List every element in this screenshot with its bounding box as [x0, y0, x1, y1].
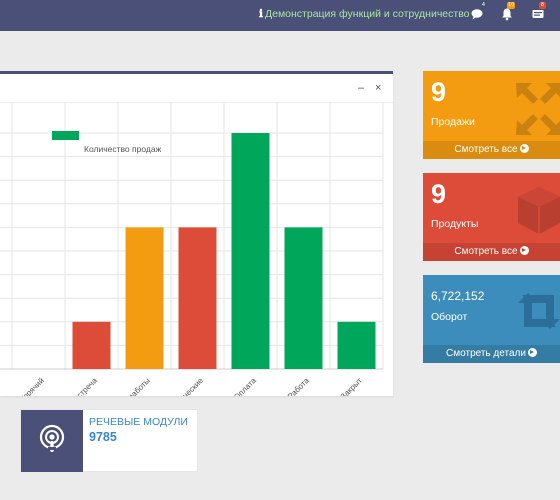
turnover-label: Оборот	[431, 311, 468, 323]
voice-modules-label: Речевые модули	[89, 416, 188, 428]
info-icon: ℹ	[259, 8, 263, 20]
bar-3	[125, 227, 164, 369]
cube-icon	[518, 187, 560, 234]
turnover-footer-label: Смотреть детали	[446, 348, 526, 359]
turnover-amount: 6,722,152	[431, 289, 485, 303]
arrow-circle-right-icon	[527, 348, 537, 357]
x-tick-label: Встреча	[71, 376, 99, 396]
sales-view-all-link[interactable]: Смотреть все	[423, 141, 560, 159]
legend-swatch	[52, 131, 79, 140]
comments-icon[interactable]	[470, 7, 484, 21]
voice-modules-value: 9785	[89, 430, 117, 444]
podcast-icon	[39, 424, 65, 452]
x-tick-label: Закрыт	[339, 376, 364, 396]
turnover-stat-card: 6,722,152 Оборот Смотреть детали	[423, 275, 560, 363]
bar-2	[72, 321, 111, 369]
sales-bar-chart: Количество продаж Горячий ВстречаТестовые …	[0, 103, 384, 396]
sales-chart-panel: – × Количество продаж Горячий ВстречаТесто…	[0, 71, 393, 396]
top-navbar: ℹ Демонстрация функций и сотрудничество 4…	[0, 0, 560, 31]
products-view-all-link[interactable]: Смотреть все	[423, 243, 560, 261]
products-stat-card: 9 Продукты Смотреть все	[423, 173, 560, 261]
tasks-icon[interactable]	[531, 7, 545, 21]
products-count: 9	[431, 179, 447, 209]
x-tick-label: Коммерческие	[160, 376, 205, 396]
sales-footer-label: Смотреть все	[454, 144, 518, 155]
voice-icon-block	[21, 410, 83, 472]
x-tick-label: Работа	[286, 376, 311, 396]
bar-5	[231, 133, 270, 369]
close-button[interactable]: ×	[375, 82, 381, 94]
sales-label: Продажи	[431, 116, 475, 128]
arrows-alt-icon	[516, 83, 560, 135]
x-tick-label: Оплата	[232, 376, 258, 396]
products-label: Продукты	[431, 218, 479, 230]
panel-header: – ×	[0, 74, 393, 103]
bar-7	[337, 321, 376, 369]
products-footer-label: Смотреть все	[454, 246, 518, 257]
bell-icon[interactable]	[500, 7, 514, 21]
minimize-button[interactable]: –	[358, 82, 364, 94]
messages-count-badge: 4	[480, 2, 487, 9]
x-tick-label: Тестовые работы	[100, 376, 152, 396]
bar-4	[178, 227, 217, 369]
demo-features-link[interactable]: ℹ Демонстрация функций и сотрудничество	[259, 8, 470, 20]
bar-6	[284, 227, 323, 369]
turnover-details-link[interactable]: Смотреть детали	[423, 345, 560, 363]
legend-label: Количество продаж	[84, 144, 162, 154]
arrow-circle-right-icon	[519, 246, 529, 255]
notifications-count-badge: 10	[507, 2, 516, 9]
demo-link-label: Демонстрация функций и сотрудничество	[265, 8, 470, 20]
sales-stat-card: 9 Продажи Смотреть все	[423, 71, 560, 159]
sales-count: 9	[431, 77, 447, 107]
voice-modules-box: Речевые модули 9785	[20, 409, 198, 472]
arrow-circle-right-icon	[519, 144, 529, 153]
tasks-count-badge: 8	[539, 2, 546, 9]
retweet-icon	[518, 293, 560, 329]
x-tick-label: Горячий	[18, 376, 46, 396]
